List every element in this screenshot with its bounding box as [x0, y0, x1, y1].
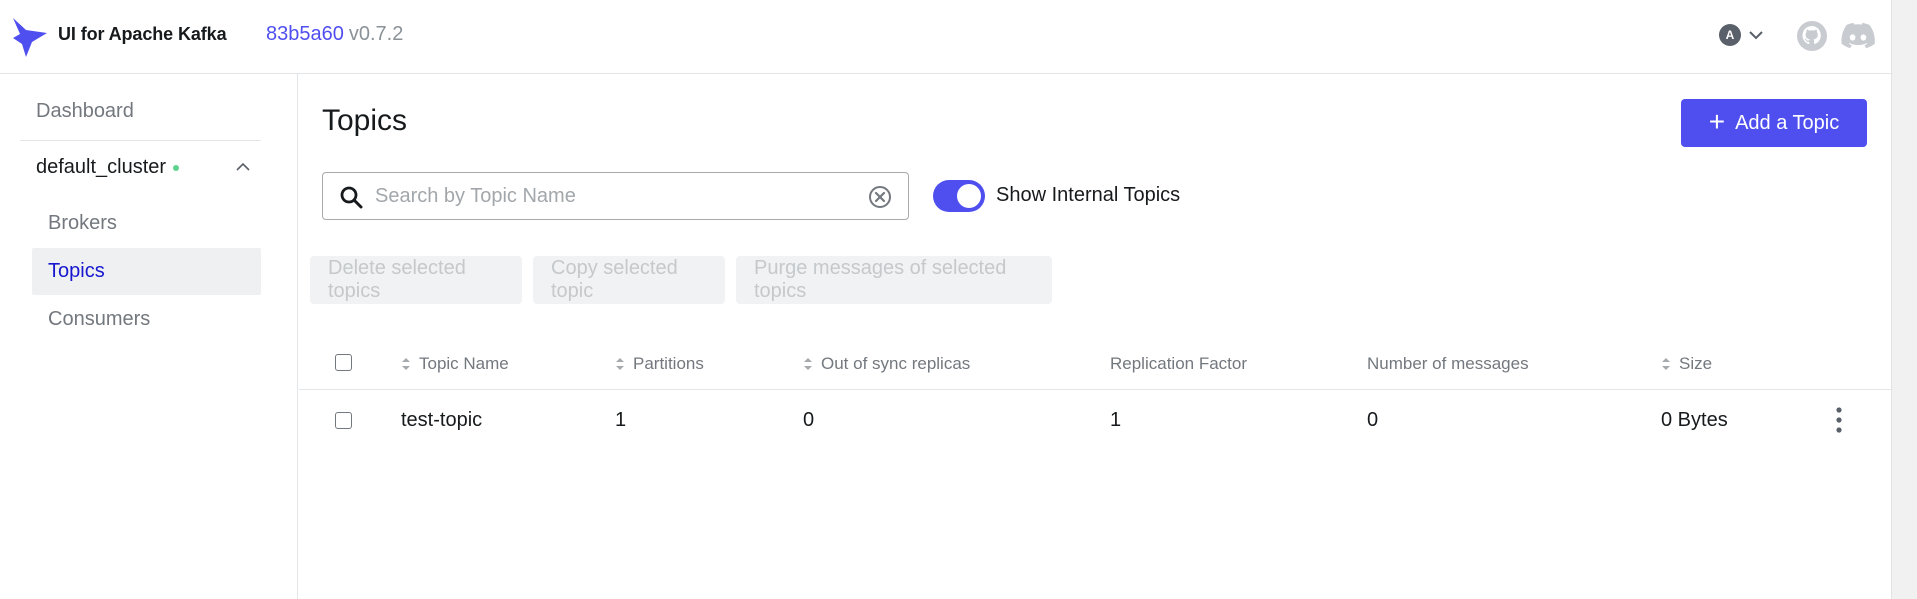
column-number-of-messages: Number of messages — [1367, 354, 1529, 374]
add-topic-label: Add a Topic — [1735, 111, 1840, 134]
sort-icon[interactable] — [615, 356, 625, 372]
cell-out-of-sync: 0 — [803, 409, 815, 431]
version-hash[interactable]: 83b5a60 — [266, 23, 344, 45]
clear-search-icon[interactable] — [868, 185, 892, 209]
plus-icon: + — [1708, 105, 1726, 137]
column-label: Number of messages — [1367, 354, 1529, 373]
column-label: Replication Factor — [1110, 354, 1248, 373]
column-replication-factor: Replication Factor — [1110, 354, 1247, 374]
table-header: Topic Name Partitions Out of sync replic… — [299, 334, 1891, 390]
sidebar-item-consumers[interactable]: Consumers — [32, 296, 261, 343]
show-internal-topics-toggle[interactable] — [933, 180, 985, 212]
sort-icon[interactable] — [1661, 356, 1671, 372]
column-size[interactable]: Size — [1661, 354, 1712, 374]
column-label: Size — [1679, 354, 1713, 373]
column-label: Topic Name — [419, 354, 509, 373]
sort-icon[interactable] — [803, 356, 813, 372]
row-checkbox[interactable] — [335, 412, 352, 429]
search-input[interactable] — [375, 181, 855, 211]
kafka-ui-logo-icon[interactable] — [12, 16, 48, 58]
column-partitions[interactable]: Partitions — [615, 354, 704, 374]
column-label: Partitions — [633, 354, 704, 373]
search-icon — [340, 186, 363, 209]
toggle-knob — [957, 184, 981, 208]
sidebar-item-dashboard[interactable]: Dashboard — [36, 100, 134, 123]
column-topic-name[interactable]: Topic Name — [401, 354, 509, 374]
sort-icon[interactable] — [401, 356, 411, 372]
add-topic-button[interactable]: + Add a Topic — [1681, 99, 1867, 147]
sidebar-item-topics[interactable]: Topics — [32, 248, 261, 295]
vertical-scrollbar[interactable] — [1891, 0, 1917, 599]
main-content: Topics + Add a Topic Show Internal Topic… — [299, 74, 1891, 599]
sidebar-item-brokers[interactable]: Brokers — [32, 200, 261, 247]
select-all-checkbox[interactable] — [335, 354, 352, 371]
cell-partitions: 1 — [615, 409, 627, 431]
user-menu[interactable]: A — [1719, 24, 1763, 46]
purge-messages-button[interactable]: Purge messages of selected topics — [736, 256, 1052, 304]
cell-replication-factor: 1 — [1110, 409, 1122, 431]
cell-size: 0 Bytes — [1661, 409, 1728, 431]
copy-selected-topic-button[interactable]: Copy selected topic — [533, 256, 725, 304]
delete-selected-topics-button[interactable]: Delete selected topics — [310, 256, 522, 304]
app-title[interactable]: UI for Apache Kafka — [58, 24, 227, 45]
discord-icon[interactable] — [1841, 22, 1875, 50]
table-row: test-topic 1 0 1 0 0 Bytes — [299, 390, 1891, 446]
chevron-down-icon[interactable] — [1749, 30, 1763, 40]
cluster-toggle[interactable]: default_cluster — [36, 156, 250, 179]
top-header: UI for Apache Kafka 83b5a60 v0.7.2 A — [0, 0, 1891, 74]
topic-name-link[interactable]: test-topic — [401, 409, 482, 432]
chevron-up-icon[interactable] — [236, 162, 250, 172]
show-internal-topics-label: Show Internal Topics — [996, 184, 1181, 206]
page-title: Topics — [322, 104, 408, 137]
search-box[interactable] — [322, 172, 909, 220]
user-avatar[interactable]: A — [1719, 24, 1741, 46]
column-out-of-sync-replicas[interactable]: Out of sync replicas — [803, 354, 970, 374]
column-label: Out of sync replicas — [821, 354, 971, 373]
github-icon[interactable] — [1796, 20, 1828, 52]
cluster-name[interactable]: default_cluster — [36, 156, 166, 179]
cell-messages: 0 — [1367, 409, 1379, 431]
version-info[interactable]: 83b5a60 v0.7.2 — [266, 23, 403, 46]
sidebar-divider — [20, 140, 261, 141]
sidebar: Dashboard default_cluster Brokers Topics… — [0, 74, 298, 599]
version-number: v0.7.2 — [348, 23, 404, 45]
row-actions-kebab-icon[interactable] — [1834, 406, 1844, 434]
cluster-status-dot — [173, 164, 180, 171]
